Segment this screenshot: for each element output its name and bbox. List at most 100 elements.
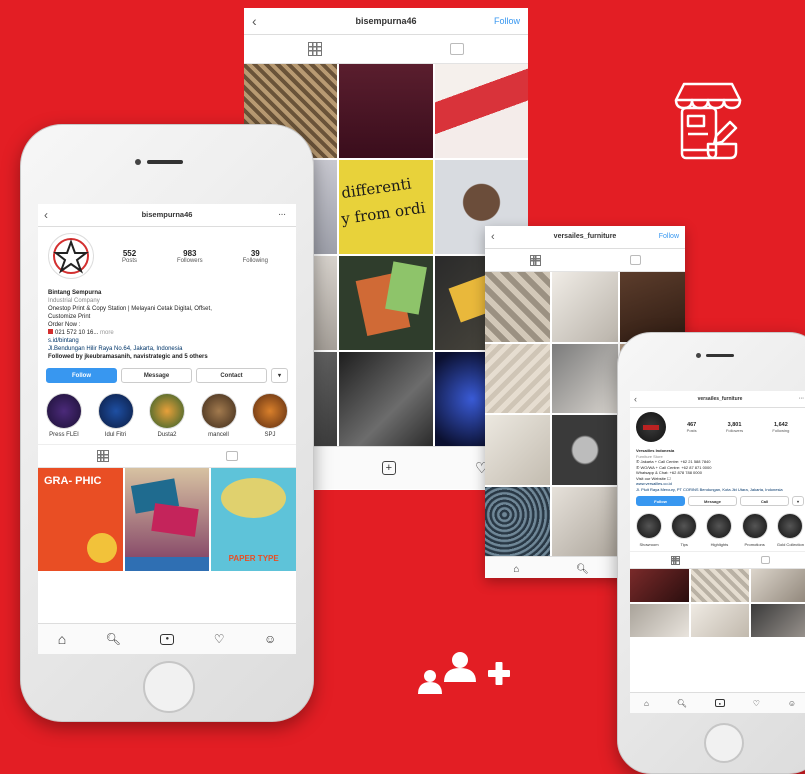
tab-tagged[interactable]	[386, 35, 528, 63]
search-icon[interactable]: 🔍︎	[106, 632, 121, 646]
back-icon[interactable]: ‹	[634, 391, 637, 407]
home-icon[interactable]: ⌂	[58, 631, 66, 647]
right-profile-screen: ‹ versailes_furniture ··· 467 Posts 3,801…	[630, 391, 805, 713]
tab-tagged[interactable]	[585, 249, 685, 271]
profile-icon[interactable]: ☺	[788, 699, 796, 708]
highlight-item[interactable]: Dusta2	[149, 393, 185, 438]
highlight-item[interactable]: Gold Collection	[777, 513, 804, 547]
contact-button[interactable]: Contact	[196, 368, 267, 383]
photo-tile[interactable]	[690, 604, 750, 637]
photo-tile[interactable]	[751, 569, 805, 602]
bio-address[interactable]: Jl. Pluit Raya Mercury, PT CORINS Bendun…	[636, 487, 804, 493]
search-icon[interactable]: 🔍︎	[576, 564, 589, 575]
photo-tile[interactable]	[485, 343, 551, 413]
tab-grid[interactable]	[630, 552, 720, 568]
chevron-down-icon[interactable]: ▾	[271, 368, 288, 383]
heart-icon[interactable]: ♡	[753, 699, 760, 708]
tab-tagged[interactable]	[167, 445, 296, 467]
highlight-cover	[252, 393, 288, 429]
photo-tile[interactable]	[630, 569, 689, 602]
highlight-cover	[46, 393, 82, 429]
bio-category: Industrial Company	[48, 298, 100, 304]
photo-tile[interactable]	[485, 415, 551, 485]
avatar[interactable]	[48, 233, 94, 279]
call-button[interactable]: Call	[740, 496, 789, 506]
photo-tile[interactable]	[630, 604, 689, 637]
highlight-item[interactable]: Tips	[671, 513, 698, 547]
profile-header: 552 Posts 983 Followers 39 Following	[38, 227, 296, 281]
home-button[interactable]	[704, 723, 744, 763]
photo-tile[interactable]	[485, 272, 551, 342]
stat-followers[interactable]: 983 Followers	[177, 249, 203, 264]
photo-tile[interactable]	[339, 64, 433, 158]
photo-tile[interactable]	[124, 468, 210, 571]
back-icon[interactable]: ‹	[252, 8, 257, 34]
message-button[interactable]: Message	[121, 368, 192, 383]
heart-icon[interactable]: ♡	[214, 632, 225, 646]
highlight-cover	[671, 513, 698, 539]
photo-tile[interactable]	[690, 569, 750, 602]
bio-followed-by[interactable]: Followed by jkeubramasanih, navistrategi…	[48, 353, 286, 361]
star-logo-icon	[53, 238, 89, 274]
photo-tile[interactable]	[552, 272, 618, 342]
photo-tile[interactable]: GRA- PHIC	[38, 468, 123, 571]
bio-link[interactable]: s.id/bintang	[48, 337, 286, 345]
highlight-item[interactable]: Highlights	[706, 513, 733, 547]
chevron-down-icon[interactable]: ▾	[792, 496, 804, 506]
bio-address[interactable]: Jl.Bendungan Hilir Raya No.64, Jakarta, …	[48, 345, 286, 353]
tab-tagged[interactable]	[720, 552, 805, 568]
tab-grid[interactable]	[485, 249, 585, 271]
add-post-icon[interactable]: +	[381, 461, 396, 475]
mid-topbar: ‹ versailes_furniture Follow	[485, 226, 685, 249]
stat-following[interactable]: 39 Following	[243, 249, 268, 264]
grid-icon	[308, 42, 322, 56]
back-icon[interactable]: ‹	[491, 226, 495, 248]
tab-grid[interactable]	[244, 35, 386, 63]
message-button[interactable]: Message	[688, 496, 737, 506]
search-icon[interactable]: 🔍︎	[677, 699, 687, 708]
profile-icon[interactable]: ☺	[264, 632, 276, 646]
photo-tile[interactable]	[552, 415, 618, 485]
stat-following[interactable]: 1,642 Following	[772, 422, 789, 433]
avatar[interactable]	[636, 412, 666, 442]
bio-more-link[interactable]: more	[100, 330, 114, 336]
stat-posts[interactable]: 552 Posts	[122, 249, 137, 264]
more-options-icon[interactable]: ···	[279, 204, 287, 226]
photo-tile[interactable]	[339, 352, 433, 446]
camera-icon[interactable]: ●	[714, 699, 725, 707]
tab-grid[interactable]	[38, 445, 167, 467]
action-buttons: Follow Message Contact ▾	[38, 365, 296, 389]
stat-posts[interactable]: 467 Posts	[687, 422, 697, 433]
center-tabs	[244, 35, 528, 64]
photo-tile[interactable]	[339, 256, 433, 350]
mid-follow-link[interactable]: Follow	[659, 226, 679, 248]
highlight-item[interactable]: Showroom	[636, 513, 662, 547]
more-options-icon[interactable]: ···	[799, 391, 804, 407]
home-icon[interactable]: ⌂	[644, 699, 649, 708]
grid-icon	[96, 450, 109, 462]
photo-tile[interactable]	[552, 486, 618, 556]
home-button[interactable]	[143, 661, 195, 713]
back-icon[interactable]: ‹	[44, 204, 48, 226]
highlight-item[interactable]: mancell	[200, 393, 237, 438]
highlight-item[interactable]: SPJ	[252, 393, 288, 438]
highlight-item[interactable]: Idul Fitri	[97, 393, 134, 438]
photo-tile[interactable]	[552, 343, 618, 413]
photo-tile[interactable]: differenti y from ordi	[339, 160, 433, 254]
highlight-item[interactable]: Press FLEI	[46, 393, 82, 438]
highlight-cover	[777, 513, 804, 539]
highlight-label: Idul Fitri	[104, 432, 127, 438]
photo-tile[interactable]	[434, 64, 528, 158]
right-bottom-nav: ⌂ 🔍︎ ● ♡ ☺	[630, 692, 805, 713]
post-text: PAPER TYPE	[228, 554, 279, 563]
follow-button[interactable]: Follow	[46, 368, 117, 383]
center-follow-link[interactable]: Follow	[494, 8, 520, 34]
camera-icon[interactable]: ●	[160, 633, 175, 645]
photo-tile[interactable]	[751, 604, 805, 637]
photo-tile[interactable]	[485, 486, 551, 556]
highlight-item[interactable]: Promotions	[741, 513, 768, 547]
photo-tile[interactable]: PAPER TYPE	[211, 468, 296, 571]
stat-followers[interactable]: 3,801 Followers	[726, 422, 743, 433]
home-icon[interactable]: ⌂	[513, 564, 519, 575]
follow-button[interactable]: Follow	[636, 496, 685, 506]
